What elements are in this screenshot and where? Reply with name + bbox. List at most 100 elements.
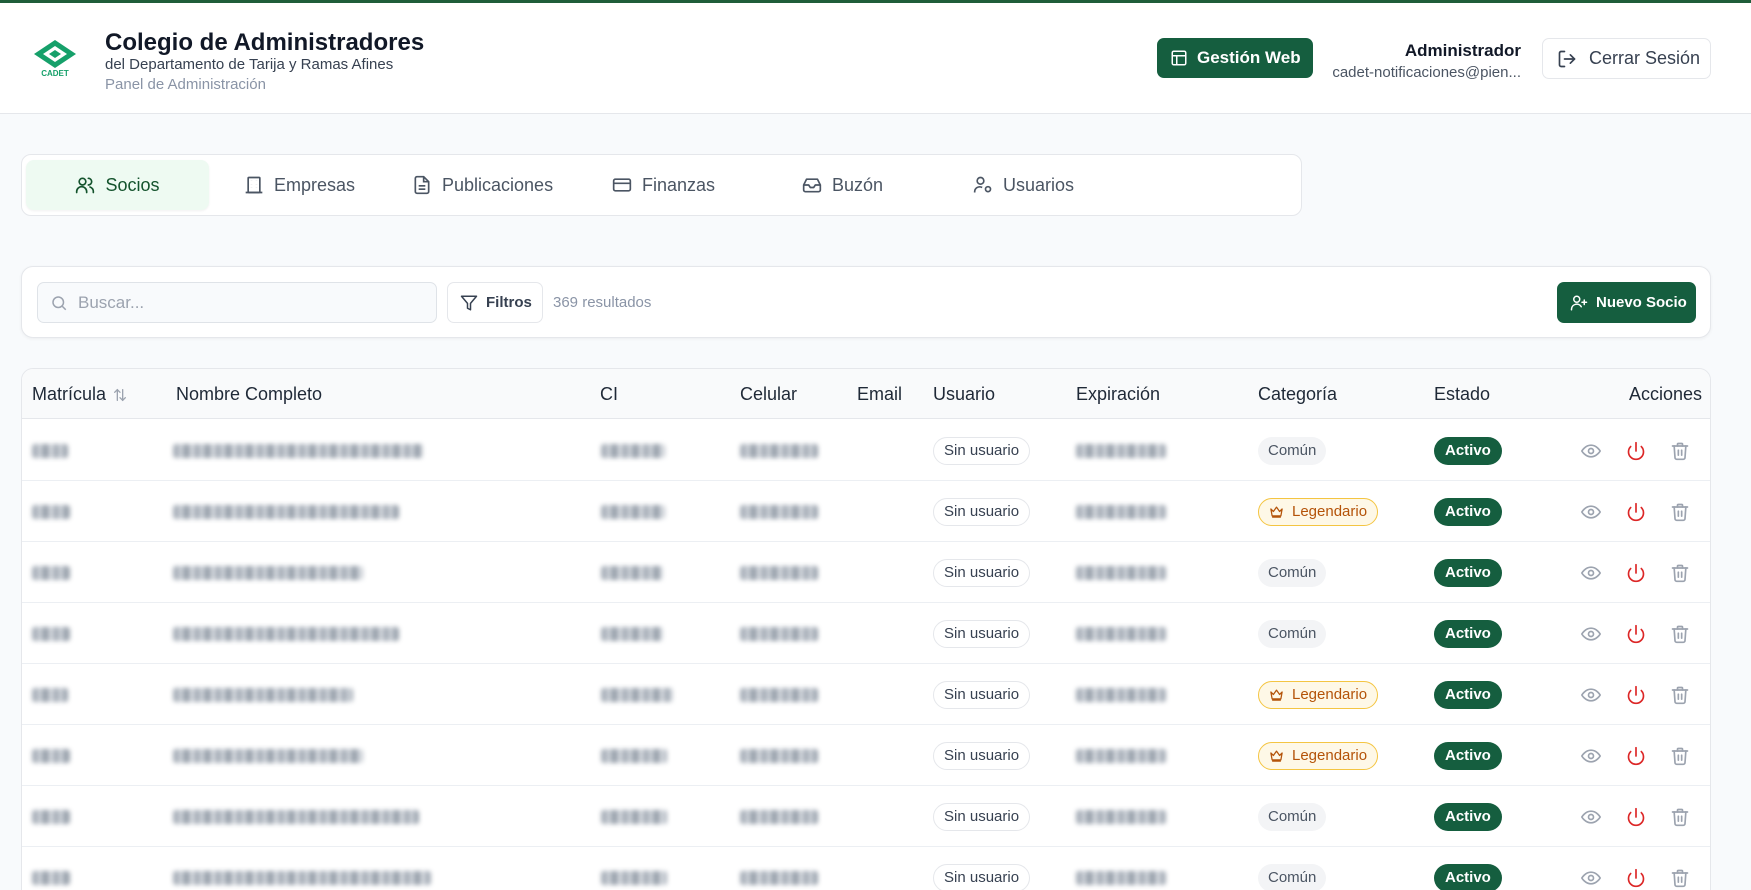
delete-button[interactable] — [1669, 501, 1691, 523]
redacted-nombre — [173, 443, 423, 458]
table-row[interactable]: Sin usuario Común Activo — [22, 847, 1710, 890]
redacted-ci — [601, 870, 667, 885]
estado-badge: Activo — [1434, 802, 1502, 831]
deactivate-button[interactable] — [1625, 501, 1647, 523]
gestion-web-label: Gestión Web — [1197, 48, 1301, 67]
trash-icon — [1671, 808, 1689, 827]
delete-button[interactable] — [1669, 440, 1691, 462]
view-button[interactable] — [1580, 745, 1602, 767]
matricula-cell — [32, 542, 70, 603]
usuario-badge: Sin usuario — [933, 863, 1031, 890]
new-socio-label: Nuevo Socio — [1596, 294, 1687, 311]
matricula-cell — [32, 786, 70, 847]
estado-cell: Activo — [1434, 847, 1502, 890]
search-box — [37, 282, 437, 323]
deactivate-button[interactable] — [1625, 806, 1647, 828]
table-row[interactable]: Sin usuario Común Activo — [22, 603, 1710, 664]
delete-button[interactable] — [1669, 623, 1691, 645]
table-row[interactable]: Sin usuario Común Activo — [22, 542, 1710, 603]
new-socio-button[interactable]: Nuevo Socio — [1557, 282, 1696, 323]
redacted-matricula — [32, 626, 70, 641]
tab-socios[interactable]: Socios — [26, 160, 209, 210]
view-button[interactable] — [1580, 562, 1602, 584]
eye-icon — [1581, 749, 1601, 763]
redacted-ci — [601, 626, 663, 641]
redacted-expiracion — [1076, 565, 1166, 580]
tab-usuarios-label: Usuarios — [1003, 174, 1075, 195]
usuario-cell: Sin usuario — [933, 603, 1031, 664]
eye-icon — [1581, 444, 1601, 458]
users-icon — [76, 177, 95, 194]
tab-socios-label: Socios — [105, 174, 160, 195]
delete-button[interactable] — [1669, 684, 1691, 706]
ci-cell — [601, 664, 673, 725]
deactivate-button[interactable] — [1625, 745, 1647, 767]
col-acciones: Acciones — [1628, 384, 1702, 404]
filter-button[interactable]: Filtros — [447, 282, 543, 323]
redacted-celular — [740, 565, 818, 580]
tab-usuarios[interactable]: Usuarios — [973, 160, 1074, 210]
categoria-badge: Común — [1258, 558, 1327, 587]
view-button[interactable] — [1580, 623, 1602, 645]
categoria-cell: Común — [1258, 603, 1327, 664]
view-button[interactable] — [1580, 867, 1602, 889]
redacted-matricula — [32, 443, 68, 458]
categoria-label: Común — [1268, 625, 1317, 642]
table-row[interactable]: Sin usuario Legendario Activo — [22, 664, 1710, 725]
power-icon — [1627, 441, 1645, 461]
crown-icon — [1270, 506, 1283, 518]
gestion-web-button[interactable]: Gestión Web — [1157, 38, 1313, 78]
redacted-expiracion — [1076, 870, 1166, 885]
user-name: Administrador — [1404, 41, 1521, 60]
nombre-cell — [173, 420, 423, 481]
estado-cell: Activo — [1434, 481, 1502, 542]
categoria-cell: Común — [1258, 420, 1327, 481]
celular-cell — [740, 664, 818, 725]
delete-button[interactable] — [1669, 745, 1691, 767]
tab-buzon[interactable]: Buzón — [802, 160, 883, 210]
ci-cell — [601, 603, 663, 664]
redacted-nombre — [173, 687, 353, 702]
tab-finanzas[interactable]: Finanzas — [612, 160, 715, 210]
redacted-matricula — [32, 809, 70, 824]
table-row[interactable]: Sin usuario Legendario Activo — [22, 481, 1710, 542]
redacted-nombre — [173, 870, 431, 885]
eye-icon — [1581, 566, 1601, 580]
col-matricula[interactable]: Matrícula — [32, 384, 128, 405]
table-row[interactable]: Sin usuario Común Activo — [22, 786, 1710, 847]
power-icon — [1627, 502, 1645, 522]
delete-button[interactable] — [1669, 562, 1691, 584]
search-input[interactable] — [78, 292, 418, 313]
usuario-badge: Sin usuario — [933, 619, 1031, 648]
col-estado: Estado — [1434, 384, 1491, 404]
panel-label: Panel de Administración — [105, 76, 266, 93]
view-button[interactable] — [1580, 440, 1602, 462]
delete-button[interactable] — [1669, 806, 1691, 828]
tab-publicaciones[interactable]: Publicaciones — [412, 160, 553, 210]
col-nombre: Nombre Completo — [176, 384, 323, 404]
view-button[interactable] — [1580, 684, 1602, 706]
deactivate-button[interactable] — [1625, 867, 1647, 889]
deactivate-button[interactable] — [1625, 684, 1647, 706]
redacted-nombre — [173, 809, 419, 824]
table-row[interactable]: Sin usuario Legendario Activo — [22, 725, 1710, 786]
results-count: 369 resultados — [553, 294, 652, 311]
table-row[interactable]: Sin usuario Común Activo — [22, 420, 1710, 481]
usuario-cell: Sin usuario — [933, 786, 1031, 847]
crown-icon — [1270, 750, 1283, 762]
power-icon — [1627, 685, 1645, 705]
delete-button[interactable] — [1669, 867, 1691, 889]
deactivate-button[interactable] — [1625, 562, 1647, 584]
redacted-matricula — [32, 565, 70, 580]
view-button[interactable] — [1580, 806, 1602, 828]
view-button[interactable] — [1580, 501, 1602, 523]
tab-empresas[interactable]: Empresas — [244, 160, 355, 210]
deactivate-button[interactable] — [1625, 623, 1647, 645]
estado-cell: Activo — [1434, 664, 1502, 725]
usuario-cell: Sin usuario — [933, 542, 1031, 603]
categoria-badge: Legendario — [1258, 741, 1379, 770]
logout-button[interactable]: Cerrar Sesión — [1542, 38, 1711, 79]
toolbar: Filtros 369 resultados Nuevo Socio — [21, 266, 1711, 338]
deactivate-button[interactable] — [1625, 440, 1647, 462]
usuario-cell: Sin usuario — [933, 847, 1031, 890]
